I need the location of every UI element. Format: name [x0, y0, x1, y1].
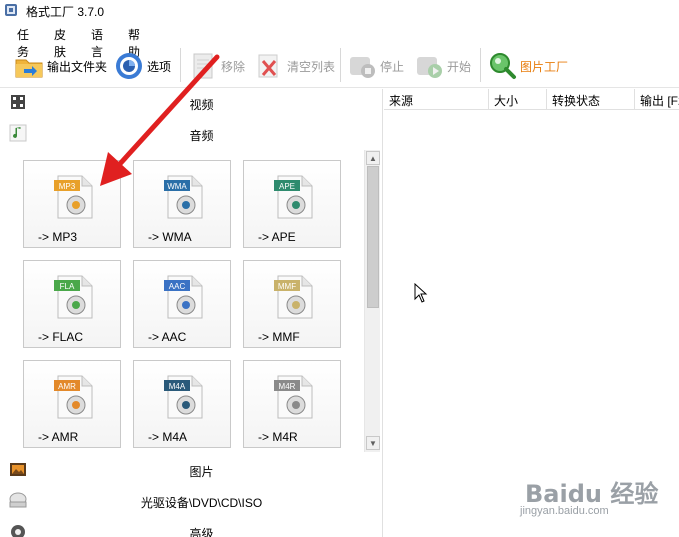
app-icon [5, 4, 17, 16]
format-label: -> APE [258, 230, 296, 244]
format-badge: M4A [169, 382, 186, 391]
column-source[interactable]: 来源 [384, 89, 489, 110]
watermark-url: jingyan.baidu.com [520, 505, 609, 517]
format-label: -> FLAC [38, 330, 84, 344]
output-folder-button[interactable]: 输出文件夹 [14, 50, 107, 82]
audio-file-icon: MMF [274, 275, 313, 319]
scroll-down-icon[interactable]: ▼ [366, 436, 380, 450]
format-badge: APE [279, 182, 295, 191]
remove-document-icon [193, 53, 213, 79]
picture-factory-button[interactable]: 图片工厂 [487, 50, 568, 82]
column-size[interactable]: 大小 [489, 89, 547, 110]
format-label: -> AAC [148, 330, 187, 344]
start-icon [417, 57, 442, 78]
audio-file-icon: AAC [164, 275, 203, 319]
format-badge: MP3 [59, 182, 76, 191]
format-label: -> M4A [148, 430, 188, 444]
format-label: -> AMR [38, 430, 79, 444]
start-button[interactable]: 开始 [414, 50, 471, 82]
format-tile-ape[interactable]: APE -> APE [243, 160, 341, 248]
stop-button[interactable]: 停止 [347, 50, 404, 82]
scroll-thumb[interactable] [367, 166, 379, 308]
format-label: -> WMA [148, 230, 192, 244]
audio-file-icon: M4A [164, 375, 203, 419]
toolbar-separator [340, 48, 341, 82]
toolbar: 输出文件夹 选项 移除 清空列表 停止 开始 图片工厂 [0, 44, 679, 88]
audio-file-icon: APE [274, 175, 313, 219]
clear-list-icon [258, 54, 278, 78]
category-audio[interactable]: 音频 [0, 120, 383, 148]
remove-button[interactable]: 移除 [188, 50, 245, 82]
format-tile-m4r[interactable]: M4R -> M4R [243, 360, 341, 448]
format-label: -> M4R [258, 430, 298, 444]
format-badge: AMR [58, 382, 76, 391]
column-output[interactable]: 输出 [F2 [635, 89, 679, 110]
category-optical[interactable]: 光驱设备\DVD\CD\ISO [0, 487, 383, 515]
format-grid: MP3 -> MP3 WMA -> WMA APE -> APE FLA -> FLAC AAC… [0, 150, 365, 455]
title-bar: 格式工厂 3.7.0 [0, 0, 679, 20]
category-video[interactable]: 视频 [0, 89, 383, 117]
format-badge: MMF [278, 282, 296, 291]
format-tile-amr[interactable]: AMR -> AMR [23, 360, 121, 448]
format-badge: AAC [169, 282, 186, 291]
mouse-cursor-icon [414, 283, 428, 303]
gear-icon [116, 53, 142, 79]
audio-file-icon: MP3 [54, 175, 93, 219]
scroll-up-icon[interactable]: ▲ [366, 151, 380, 165]
format-label: -> MMF [258, 330, 300, 344]
format-tile-mmf[interactable]: MMF -> MMF [243, 260, 341, 348]
task-list[interactable]: 来源 大小 转换状态 输出 [F2 [384, 89, 679, 537]
format-tile-fla[interactable]: FLA -> FLAC [23, 260, 121, 348]
format-badge: WMA [167, 182, 187, 191]
audio-file-icon: AMR [54, 375, 93, 419]
format-tile-wma[interactable]: WMA -> WMA [133, 160, 231, 248]
window-title: 格式工厂 3.7.0 [26, 5, 105, 19]
audio-file-icon: WMA [164, 175, 203, 219]
folder-icon [15, 59, 43, 78]
format-badge: FLA [60, 282, 75, 291]
format-tile-mp3[interactable]: MP3 -> MP3 [23, 160, 121, 248]
options-button[interactable]: 选项 [114, 50, 171, 82]
stop-icon [350, 57, 375, 78]
format-scrollbar[interactable]: ▲ ▼ [364, 150, 380, 452]
format-badge: M4R [279, 382, 296, 391]
format-tile-m4a[interactable]: M4A -> M4A [133, 360, 231, 448]
format-label: -> MP3 [38, 230, 78, 244]
conversion-panel: 视频 音频 MP3 -> MP3 WMA -> WMA APE -> APE FLA -> F… [0, 89, 383, 537]
audio-file-icon: M4R [274, 375, 313, 419]
audio-file-icon: FLA [54, 275, 93, 319]
category-picture[interactable]: 图片 [0, 456, 383, 484]
clear-list-button[interactable]: 清空列表 [254, 50, 335, 82]
column-status[interactable]: 转换状态 [547, 89, 635, 110]
magnifier-icon [490, 53, 516, 79]
toolbar-separator [480, 48, 481, 82]
format-tile-aac[interactable]: AAC -> AAC [133, 260, 231, 348]
category-advanced[interactable]: 高级 [0, 518, 383, 537]
watermark-logo: Baidu 经验 [525, 480, 659, 508]
toolbar-separator [180, 48, 181, 82]
